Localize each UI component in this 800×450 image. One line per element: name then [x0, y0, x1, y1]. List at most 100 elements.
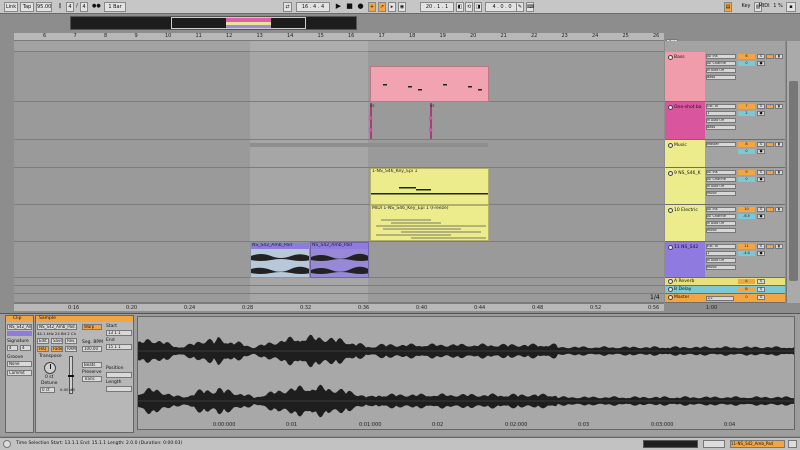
track-fold-icon[interactable]	[668, 171, 673, 176]
detune-field[interactable]: 0 ct	[40, 387, 55, 393]
input-type-select[interactable]: All Ins	[706, 207, 736, 212]
key-map-label[interactable]: Key	[740, 2, 752, 12]
return-header-1[interactable]: B Delay B S	[665, 286, 785, 294]
track-activator[interactable]: 7	[738, 104, 755, 109]
input-channel-select[interactable]: All Channe	[706, 61, 736, 66]
transpose-knob[interactable]	[44, 362, 56, 374]
punch-out-icon[interactable]: ◨	[474, 2, 482, 12]
track-volume[interactable]: 0	[738, 61, 755, 66]
input-type-select[interactable]: Ext. In	[706, 244, 736, 249]
start-field[interactable]: 13 1 1	[106, 330, 132, 336]
monitor-switch[interactable]: In Auto Off	[706, 118, 736, 123]
quantize-menu[interactable]: 1 Bar	[104, 2, 126, 12]
length-field[interactable]	[106, 386, 132, 392]
return-name[interactable]: Master	[674, 295, 689, 300]
time-ruler[interactable]: 0:16 0:20 0:24 0:28 0:32 0:36 0:40 0:44 0:48 0:52…	[14, 303, 717, 311]
warp-mode-select[interactable]: Beats	[82, 362, 102, 368]
groove-select[interactable]: None	[7, 361, 32, 367]
output-select[interactable]: Music	[706, 228, 736, 233]
track-activator[interactable]: 8	[738, 142, 755, 147]
clip-name-field[interactable]: NS_S42_Amb_Pad	[7, 324, 32, 330]
input-type-select[interactable]: All Ins	[706, 54, 736, 59]
track-fold-icon[interactable]	[668, 208, 673, 213]
arm-button[interactable]: ●	[757, 251, 765, 256]
lane-b-delay[interactable]	[14, 286, 664, 294]
return-fold-icon[interactable]	[668, 287, 673, 292]
selected-track-indicator[interactable]: 11-NS_S42_Amb_Pad	[730, 440, 785, 448]
clip-amb-pad-b[interactable]: NS_S42_Amb_Pad	[310, 242, 369, 278]
track-name[interactable]: 9 NS_S46_K	[674, 171, 701, 176]
track-activator[interactable]: 10	[738, 207, 755, 212]
stop-icon[interactable]: ■	[345, 2, 354, 12]
track-name[interactable]: 10 Electric	[674, 208, 698, 213]
arm-button[interactable]: ●	[757, 149, 765, 154]
capture-icon[interactable]: ◉	[398, 2, 406, 12]
solo-button[interactable]: S	[757, 207, 765, 212]
ram-button[interactable]: RAM	[65, 346, 77, 352]
track-name[interactable]: One-shot ba	[674, 105, 702, 110]
return-fold-icon[interactable]	[668, 279, 673, 284]
return-fold-icon[interactable]	[668, 295, 673, 300]
track-volume[interactable]: 2	[738, 111, 755, 116]
clip-color-swatch[interactable]	[7, 331, 32, 336]
sample-waveform-editor[interactable]: 0:00:000 0:01 0:01:000 0:02 0:02:000 0:03 0:03…	[137, 316, 795, 430]
hiq-button[interactable]: HiQ	[37, 346, 49, 352]
re-enable-automation-icon[interactable]: ▸	[388, 2, 396, 12]
arm-button[interactable]: ●	[757, 111, 765, 116]
input-channel-select[interactable]: All Channe	[706, 214, 736, 219]
lane-one-shot[interactable]	[14, 102, 664, 140]
track-activator[interactable]: 11	[738, 244, 755, 249]
clip-amb-pad-a[interactable]: NS_S42_Amb_Pad	[250, 242, 310, 278]
solo-button[interactable]: S	[757, 104, 765, 109]
rev-button[interactable]: Rev.	[65, 338, 77, 344]
track-header-1[interactable]: One-shot ba Ext. In 1 In Auto Off Bass 7 2 S ● · ▮	[665, 102, 785, 140]
track-name-box[interactable]: 9 NS_S46_K	[665, 168, 705, 204]
arm-button[interactable]: ●	[757, 214, 765, 219]
lane-electric[interactable]	[14, 205, 664, 242]
track-name-box[interactable]: 11 NS_S42	[665, 242, 705, 277]
track-header-4[interactable]: 10 Electric All Ins All Channe In Auto Off M…	[665, 205, 785, 242]
return-name[interactable]: B Delay	[674, 287, 691, 292]
input-channel-select[interactable]: All Channe	[706, 177, 736, 182]
monitor-switch[interactable]: In Auto Off	[706, 184, 736, 189]
track-pan[interactable]: ·	[766, 54, 774, 59]
track-name[interactable]: 11 NS_S42	[674, 245, 698, 250]
track-activator[interactable]: 6	[738, 54, 755, 59]
track-fold-icon[interactable]	[668, 55, 673, 60]
sig-denominator[interactable]: 4	[80, 2, 88, 12]
metronome-icon[interactable]: ●●	[92, 2, 101, 12]
song-position[interactable]: 16 . 4 . 4	[296, 2, 330, 12]
solo-button[interactable]: S	[757, 244, 765, 249]
arm-button[interactable]: ●	[757, 61, 765, 66]
input-channel-select[interactable]: 1	[706, 251, 736, 256]
status-toggle[interactable]	[703, 440, 725, 448]
solo-button[interactable]: S	[757, 142, 765, 147]
clip-key-epi[interactable]: 1-NS_S46_Key_Epi 1	[370, 168, 489, 205]
return-activator[interactable]: 0	[738, 295, 755, 300]
output-select[interactable]: Music	[706, 191, 736, 196]
track-pan[interactable]: ·	[766, 207, 774, 212]
track-pan[interactable]: ·	[766, 170, 774, 175]
input-type-select[interactable]: Master	[706, 142, 736, 147]
track-name-box[interactable]: Bass	[665, 52, 705, 101]
computer-midi-icon[interactable]: ⌨	[526, 2, 534, 12]
clip-sig-numerator[interactable]: 4	[7, 345, 18, 351]
detail-toggle-icon[interactable]	[788, 440, 797, 448]
track-header-2[interactable]: Music Master 8 0 S ● · ▮	[665, 140, 785, 168]
link-button[interactable]: Link	[4, 2, 18, 12]
gain-slider-handle[interactable]	[68, 375, 74, 377]
arrangement-view[interactable]: vs vs 1-NS_S46_Key_Epi 1 MIDI 1-NS_S46_K…	[14, 41, 664, 303]
loop-icon[interactable]: ⟲	[465, 2, 473, 12]
sig-numerator[interactable]: 4	[66, 2, 74, 12]
track-header-5[interactable]: 11 NS_S42 Ext. In 1 In Auto Off Music 11 -4.0 S…	[665, 242, 785, 278]
output-select[interactable]: Music	[706, 265, 736, 270]
arm-button[interactable]: ●	[757, 177, 765, 182]
track-fold-icon[interactable]	[668, 245, 673, 250]
end-field[interactable]: 15 1 1	[106, 344, 132, 350]
preserve-select[interactable]: Trans	[82, 376, 102, 382]
track-volume[interactable]: 0	[738, 177, 755, 182]
track-activator[interactable]: 9	[738, 170, 755, 175]
tap-button[interactable]: Tap	[20, 2, 34, 12]
warp-button[interactable]: Warp	[82, 324, 102, 330]
track-name-box[interactable]: Music	[665, 140, 705, 167]
